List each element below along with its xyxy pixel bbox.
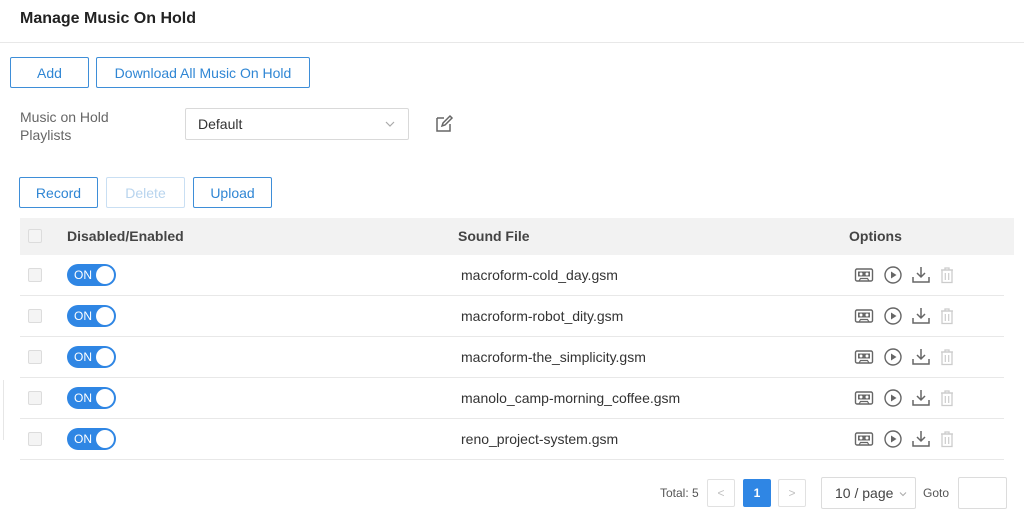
goto-label: Goto [923, 486, 950, 500]
table-header: Disabled/Enabled Sound File Options [20, 218, 1014, 255]
header-sound-file: Sound File [458, 228, 530, 244]
select-all-checkbox[interactable] [28, 229, 42, 243]
cassette-icon[interactable] [854, 347, 874, 367]
toggle-label: ON [74, 432, 92, 446]
trash-icon[interactable] [937, 265, 957, 285]
header-enabled: Disabled/Enabled [67, 228, 184, 244]
table-row: ON manolo_camp-morning_coffee.gsm [20, 378, 1004, 419]
pagination-total: Total: 5 [660, 486, 699, 500]
row-checkbox[interactable] [28, 432, 42, 446]
playlist-selected-value: Default [198, 116, 243, 132]
toggle-label: ON [74, 309, 92, 323]
download-icon[interactable] [911, 306, 931, 326]
cassette-icon[interactable] [854, 429, 874, 449]
page-size-value: 10 / page [835, 485, 894, 501]
play-icon[interactable] [883, 265, 903, 285]
enable-toggle[interactable]: ON [67, 264, 116, 286]
download-icon[interactable] [911, 347, 931, 367]
play-icon[interactable] [883, 347, 903, 367]
table-row: ON macroform-robot_dity.gsm [20, 296, 1004, 337]
enable-toggle[interactable]: ON [67, 428, 116, 450]
download-icon[interactable] [911, 429, 931, 449]
toggle-knob [96, 348, 114, 366]
next-page-button[interactable]: > [778, 479, 806, 507]
trash-icon[interactable] [937, 347, 957, 367]
left-edge-divider [0, 380, 4, 440]
upload-button[interactable]: Upload [193, 177, 272, 208]
chevron-down-icon [385, 121, 395, 127]
play-icon[interactable] [883, 388, 903, 408]
playlist-label: Music on Hold Playlists [20, 109, 109, 143]
trash-icon[interactable] [937, 429, 957, 449]
row-checkbox[interactable] [28, 391, 42, 405]
toggle-knob [96, 430, 114, 448]
cassette-icon[interactable] [854, 306, 874, 326]
download-all-button[interactable]: Download All Music On Hold [96, 57, 310, 88]
header-options: Options [849, 228, 902, 244]
cassette-icon[interactable] [854, 388, 874, 408]
toggle-label: ON [74, 350, 92, 364]
play-icon[interactable] [883, 429, 903, 449]
toggle-knob [96, 389, 114, 407]
table-row: ON macroform-cold_day.gsm [20, 255, 1004, 296]
prev-page-button[interactable]: < [707, 479, 735, 507]
sound-file-name: reno_project-system.gsm [461, 431, 619, 447]
record-button[interactable]: Record [19, 177, 98, 208]
table-row: ON reno_project-system.gsm [20, 419, 1004, 460]
page-header: Manage Music On Hold [0, 0, 1024, 43]
toggle-label: ON [74, 268, 92, 282]
download-icon[interactable] [911, 388, 931, 408]
sound-file-name: macroform-robot_dity.gsm [461, 308, 624, 324]
table-row: ON macroform-the_simplicity.gsm [20, 337, 1004, 378]
toggle-knob [96, 266, 114, 284]
sound-file-name: macroform-cold_day.gsm [461, 267, 618, 283]
page-size-select[interactable]: 10 / page [821, 477, 916, 509]
goto-page-input[interactable] [958, 477, 1007, 509]
page-number-button[interactable]: 1 [743, 479, 771, 507]
enable-toggle[interactable]: ON [67, 305, 116, 327]
delete-button[interactable]: Delete [106, 177, 185, 208]
cassette-icon[interactable] [854, 265, 874, 285]
toggle-label: ON [74, 391, 92, 405]
sound-file-name: manolo_camp-morning_coffee.gsm [461, 390, 681, 406]
trash-icon[interactable] [937, 388, 957, 408]
play-icon[interactable] [883, 306, 903, 326]
toggle-knob [96, 307, 114, 325]
download-icon[interactable] [911, 265, 931, 285]
enable-toggle[interactable]: ON [67, 387, 116, 409]
row-checkbox[interactable] [28, 309, 42, 323]
row-checkbox[interactable] [28, 268, 42, 282]
sound-file-name: macroform-the_simplicity.gsm [461, 349, 646, 365]
trash-icon[interactable] [937, 306, 957, 326]
row-checkbox[interactable] [28, 350, 42, 364]
add-button[interactable]: Add [10, 57, 89, 88]
page-title: Manage Music On Hold [20, 10, 197, 27]
edit-icon[interactable] [434, 114, 454, 134]
chevron-down-icon [899, 492, 907, 497]
playlist-select[interactable]: Default [185, 108, 409, 140]
enable-toggle[interactable]: ON [67, 346, 116, 368]
